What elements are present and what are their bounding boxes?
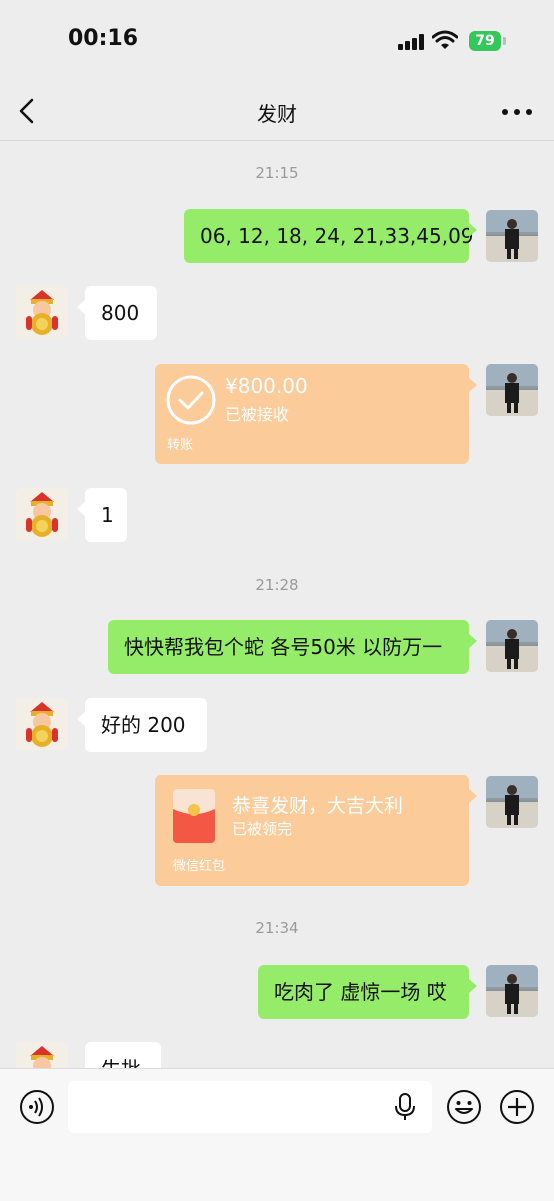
contact-avatar[interactable] (16, 698, 68, 750)
incoming-message[interactable]: 好的 200 (85, 698, 207, 752)
timestamp: 21:34 (255, 919, 299, 937)
battery-level: 79 (475, 33, 495, 49)
bubble-tail (77, 300, 85, 314)
red-packet-status: 已被领完 (232, 820, 293, 838)
battery-indicator: 79 (469, 31, 501, 51)
my-avatar[interactable] (486, 776, 538, 828)
my-avatar[interactable] (486, 620, 538, 672)
outgoing-message[interactable]: 快快帮我包个蛇 各号50米 以防万一 (108, 620, 469, 674)
red-packet-label: 微信红包 (173, 859, 226, 874)
status-bar: 00:16 79 (0, 0, 554, 84)
my-avatar[interactable] (486, 965, 538, 1017)
bubble-tail (469, 979, 477, 993)
voice-icon[interactable] (19, 1089, 55, 1125)
message-input[interactable] (68, 1081, 432, 1133)
more-icon[interactable] (500, 108, 534, 116)
battery-nub (503, 37, 506, 45)
transfer-amount: ¥800.00 (225, 374, 308, 398)
contact-avatar[interactable] (16, 286, 68, 338)
transfer-label: 转账 (167, 438, 194, 453)
transfer-status: 已被接收 (225, 405, 290, 424)
outgoing-message[interactable]: 吃肉了 虚惊一场 哎 (258, 965, 469, 1019)
check-circle-icon (166, 375, 216, 425)
my-avatar[interactable] (486, 210, 538, 262)
signal-icon (398, 34, 426, 50)
incoming-message[interactable]: 1 (85, 488, 127, 542)
transfer-card[interactable]: ¥800.00 已被接收 转账 (155, 364, 469, 464)
emoji-icon[interactable] (446, 1089, 482, 1125)
wifi-icon (432, 30, 458, 49)
input-bar (0, 1068, 554, 1201)
red-packet-card[interactable]: 恭喜发财，大吉大利 已被领完 微信红包 (155, 775, 469, 886)
bubble-tail (469, 789, 477, 803)
red-packet-icon (173, 789, 215, 843)
contact-avatar[interactable] (16, 488, 68, 540)
outgoing-message[interactable]: 06, 12, 18, 24, 21,33,45,09 (184, 209, 474, 263)
bubble-tail (469, 634, 477, 648)
timestamp: 21:28 (255, 576, 299, 594)
incoming-message[interactable]: 800 (85, 286, 157, 340)
chat-header: 发财 (0, 84, 554, 141)
bubble-tail (77, 502, 85, 516)
bubble-tail (77, 712, 85, 726)
status-time: 00:16 (68, 26, 139, 51)
my-avatar[interactable] (486, 364, 538, 416)
red-packet-title: 恭喜发财，大吉大利 (232, 795, 404, 817)
chat-title: 发财 (257, 102, 297, 126)
bubble-tail (469, 378, 477, 392)
bubble-tail (469, 223, 477, 237)
timestamp: 21:15 (255, 164, 299, 182)
plus-icon[interactable] (499, 1089, 535, 1125)
mic-icon[interactable] (394, 1093, 416, 1121)
